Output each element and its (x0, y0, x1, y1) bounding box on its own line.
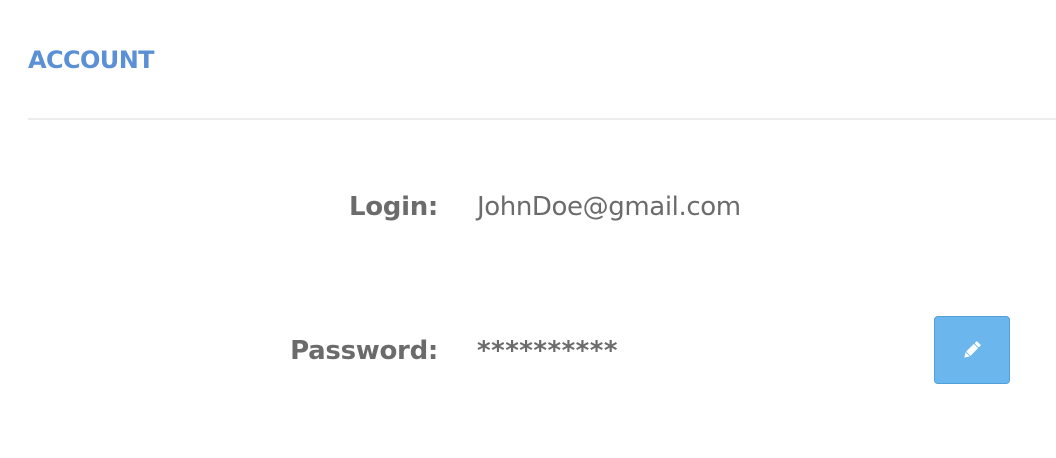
password-label: Password: (290, 336, 438, 366)
login-row: Login: JohnDoe@gmail.com (0, 187, 1056, 227)
section-divider (28, 118, 1056, 120)
edit-password-button[interactable] (934, 316, 1010, 384)
password-row: Password: ********** (0, 331, 1056, 371)
section-title: ACCOUNT (28, 46, 155, 74)
login-label: Login: (348, 192, 438, 222)
pencil-icon (964, 341, 981, 358)
password-value: ********** (477, 336, 618, 366)
login-value: JohnDoe@gmail.com (477, 192, 741, 222)
